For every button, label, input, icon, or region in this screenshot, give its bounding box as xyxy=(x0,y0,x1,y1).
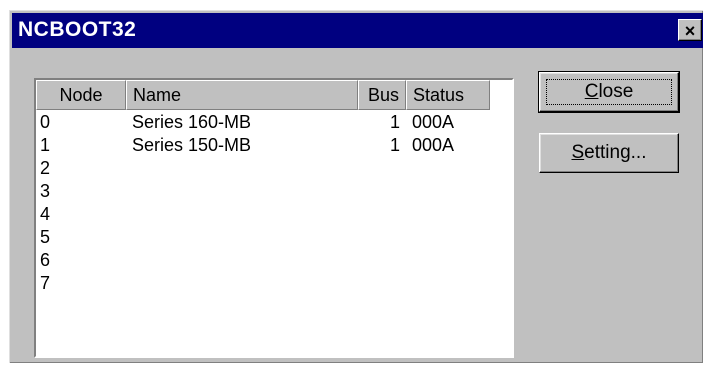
close-icon: × xyxy=(684,21,696,41)
cell-name xyxy=(126,203,358,226)
cell-status xyxy=(406,226,490,249)
cell-name xyxy=(126,157,358,180)
setting-button[interactable]: Setting... xyxy=(539,133,679,173)
column-header-bus[interactable]: Bus xyxy=(358,80,406,110)
cell-name: Series 150-MB xyxy=(132,135,252,155)
cell-node: 5 xyxy=(40,227,51,247)
close-window-button[interactable]: × xyxy=(678,19,702,41)
list-row[interactable]: 7 xyxy=(36,272,512,295)
close-button[interactable]: Close xyxy=(538,71,680,113)
cell-status xyxy=(406,272,490,295)
cell-status xyxy=(406,249,490,272)
column-header-node[interactable]: Node xyxy=(36,80,126,110)
cell-bus xyxy=(358,203,406,226)
cell-name xyxy=(126,272,358,295)
cell-node: 1 xyxy=(40,135,51,155)
close-button-label: Close xyxy=(584,81,634,102)
cell-bus: 1 xyxy=(389,135,400,155)
cell-bus xyxy=(358,226,406,249)
setting-button-label: Setting... xyxy=(571,142,647,163)
node-list[interactable]: Node Name Bus Status 0 Series 160-MB 1 0… xyxy=(34,78,514,358)
list-row[interactable]: 4 xyxy=(36,203,512,226)
ncboot32-dialog: NCBOOT32 × Node Name Bus Status 0 Series… xyxy=(9,10,703,363)
cell-bus xyxy=(358,180,406,203)
cell-bus: 1 xyxy=(389,112,400,132)
column-header-status[interactable]: Status xyxy=(406,80,490,110)
title-bar[interactable]: NCBOOT32 × xyxy=(12,13,703,48)
cell-bus xyxy=(358,157,406,180)
cell-node: 0 xyxy=(40,112,51,132)
list-row[interactable]: 6 xyxy=(36,249,512,272)
cell-name: Series 160-MB xyxy=(132,112,252,132)
cell-node: 7 xyxy=(40,273,51,293)
cell-bus xyxy=(358,272,406,295)
cell-node: 6 xyxy=(40,250,51,270)
list-header: Node Name Bus Status xyxy=(36,80,512,110)
cell-status: 000A xyxy=(412,135,455,155)
cell-status: 000A xyxy=(412,112,455,132)
cell-node: 2 xyxy=(40,158,51,178)
cell-node: 3 xyxy=(40,181,51,201)
list-row[interactable]: 2 xyxy=(36,157,512,180)
column-header-name[interactable]: Name xyxy=(126,80,358,110)
cell-status xyxy=(406,180,490,203)
cell-bus xyxy=(358,249,406,272)
cell-status xyxy=(406,203,490,226)
cell-node: 4 xyxy=(40,204,51,224)
cell-status xyxy=(406,157,490,180)
window-title: NCBOOT32 xyxy=(18,18,137,41)
cell-name xyxy=(126,249,358,272)
list-row[interactable]: 0 Series 160-MB 1 000A xyxy=(36,111,512,134)
list-body: 0 Series 160-MB 1 000A 1 Series 150-MB 1… xyxy=(36,111,512,295)
list-row[interactable]: 1 Series 150-MB 1 000A xyxy=(36,134,512,157)
list-row[interactable]: 3 xyxy=(36,180,512,203)
list-row[interactable]: 5 xyxy=(36,226,512,249)
cell-name xyxy=(126,226,358,249)
cell-name xyxy=(126,180,358,203)
